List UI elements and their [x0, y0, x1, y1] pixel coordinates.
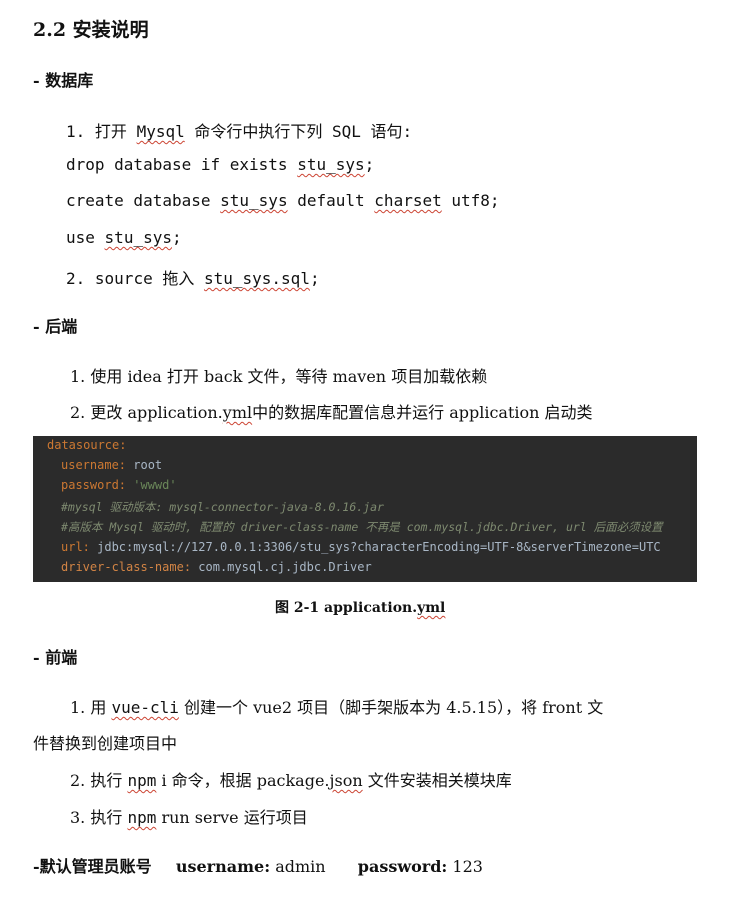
yaml-code-block: datasource: username: root password: 'ww…	[33, 436, 697, 582]
db-heading: - 数据库	[33, 71, 94, 90]
figure-caption: 图 2-1 application.yml	[275, 600, 446, 616]
frontend-heading: - 前端	[33, 648, 78, 667]
admin-username-key: username:	[175, 857, 271, 876]
admin-account-line: -默认管理员账号 username: admin password: 123	[33, 853, 483, 877]
code-line-datasource: datasource:	[47, 438, 127, 452]
db-step-1: 1. 打开 Mysql 命令行中执行下列 SQL 语句:	[66, 122, 413, 141]
code-line-password: password: 'wwwd'	[61, 478, 177, 492]
admin-password-value: 123	[452, 857, 483, 876]
frontend-step-2: 2. 执行 npm i 命令，根据 package.json 文件安装相关模块库	[70, 771, 512, 790]
code-comment-1: #mysql 驱动版本: mysql-connector-java-8.0.16…	[61, 500, 384, 514]
backend-heading: - 后端	[33, 317, 78, 336]
sql-line-3: use stu_sys;	[66, 228, 182, 247]
sql-line-1: drop database if exists stu_sys;	[66, 155, 375, 174]
db-step-2: 2. source 拖入 stu_sys.sql;	[66, 269, 320, 288]
code-line-url: url: jdbc:mysql://127.0.0.1:3306/stu_sys…	[61, 540, 661, 554]
sql-line-2: create database stu_sys default charset …	[66, 191, 500, 210]
admin-password-key: password:	[357, 857, 448, 876]
section-title: 2.2 安装说明	[33, 19, 149, 41]
code-comment-2: #高版本 Mysql 驱动时, 配置的 driver-class-name 不再…	[61, 520, 663, 534]
code-line-driver: driver-class-name: com.mysql.cj.jdbc.Dri…	[61, 560, 372, 574]
frontend-step-3: 3. 执行 npm run serve 运行项目	[70, 808, 308, 827]
frontend-step-1-cont: 件替换到创建项目中	[33, 734, 178, 753]
code-line-username: username: root	[61, 458, 163, 472]
admin-label: -默认管理员账号	[33, 857, 152, 876]
backend-step-2: 2. 更改 application.yml中的数据库配置信息并运行 applic…	[70, 403, 593, 422]
backend-step-1: 1. 使用 idea 打开 back 文件，等待 maven 项目加载依赖	[70, 367, 488, 386]
frontend-step-1: 1. 用 vue-cli 创建一个 vue2 项目（脚手架版本为 4.5.15）…	[70, 698, 604, 717]
admin-username-value: admin	[275, 857, 326, 876]
